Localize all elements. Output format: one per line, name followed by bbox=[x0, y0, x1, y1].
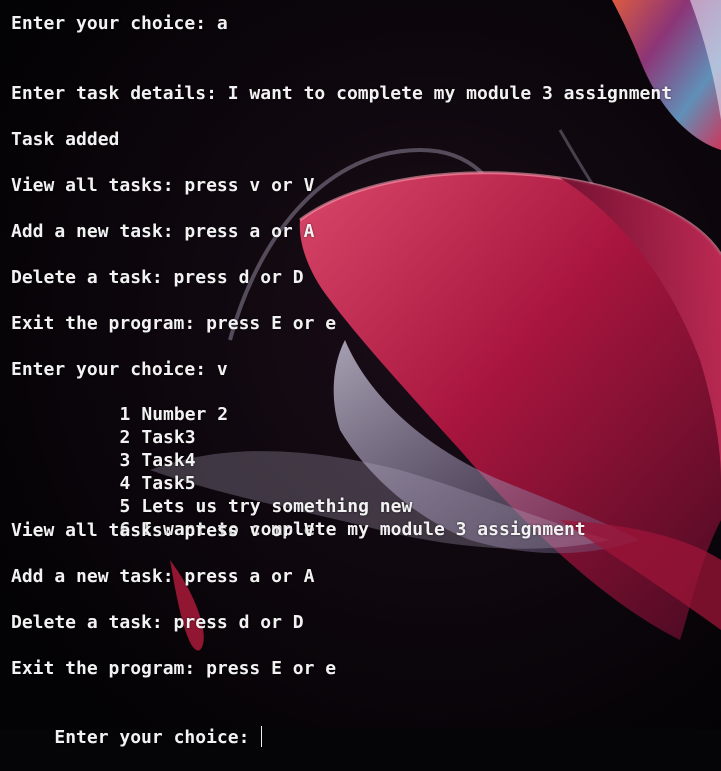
choice-prompt-label: Enter your choice: bbox=[54, 727, 250, 748]
menu-exit-option: Exit the program: press E or e bbox=[11, 658, 337, 679]
choice-prompt-line: Enter your choice: a bbox=[11, 13, 228, 34]
task-list-item: 2 Task3 bbox=[11, 405, 196, 448]
menu-view-option: View all tasks: press v or V bbox=[11, 175, 315, 196]
menu-delete-option: Delete a task: press d or D bbox=[11, 267, 304, 288]
menu-delete-option: Delete a task: press d or D bbox=[11, 612, 304, 633]
task-list-item: 4 Task5 bbox=[11, 451, 196, 494]
menu-add-option: Add a new task: press a or A bbox=[11, 566, 315, 587]
task-list-item: 5 Lets us try something new bbox=[11, 474, 413, 517]
task-list-item: 3 Task4 bbox=[11, 428, 196, 471]
menu-exit-option: Exit the program: press E or e bbox=[11, 313, 337, 334]
menu-add-option: Add a new task: press a or A bbox=[11, 221, 315, 242]
task-details-line: Enter task details: I want to complete m… bbox=[11, 83, 673, 104]
menu-view-option: View all tasks: press v or V bbox=[11, 520, 315, 541]
active-input-line[interactable]: Enter your choice: bbox=[11, 704, 263, 748]
task-added-message: Task added bbox=[11, 129, 120, 150]
terminal-window: Enter your choice: a Enter task details:… bbox=[0, 0, 721, 748]
task-list-item: 6I want to complete my module 3 assignme… bbox=[11, 497, 586, 540]
task-list-item: 1 Number 2 bbox=[11, 382, 229, 425]
choice-prompt-line: Enter your choice: v bbox=[11, 359, 228, 380]
text-cursor[interactable] bbox=[261, 726, 263, 747]
